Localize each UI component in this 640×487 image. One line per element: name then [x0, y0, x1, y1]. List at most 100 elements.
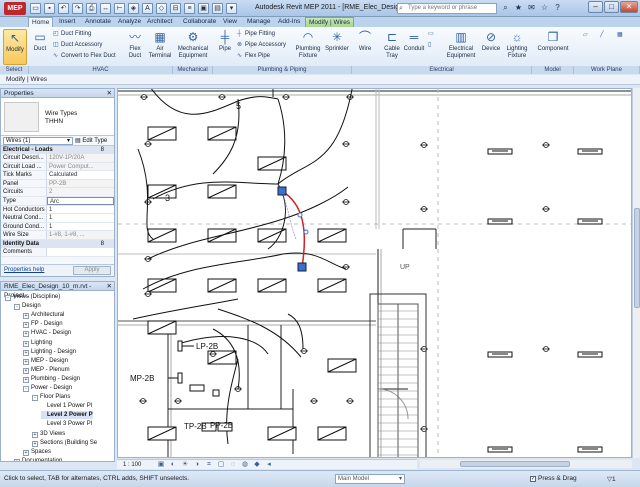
browser-tree-item[interactable]: + Spaces [23, 448, 51, 456]
close-button[interactable]: ✕ [620, 1, 638, 13]
browser-tree-item[interactable]: Level 2 Power P [41, 411, 93, 420]
tab-annotate[interactable]: Annotate [82, 17, 114, 27]
close-icon[interactable]: ✕ [107, 89, 112, 98]
browser-tree-item[interactable]: + Lighting - Design [23, 348, 76, 356]
tab-manage[interactable]: Manage [244, 17, 274, 27]
property-row[interactable]: Hot Conductors 1 [1, 205, 114, 215]
floor-plan-drawing[interactable]: LP-2B MP-2B TP-2B PP-2B UP 3 5 [118, 89, 632, 458]
properties-help-link[interactable]: Properties help [4, 267, 44, 273]
detail-level-icon[interactable]: ▣ [157, 461, 165, 469]
search-input[interactable]: ⌕ Type a keyword or phrase [397, 3, 497, 14]
browser-tree-item[interactable]: + Documentation [14, 457, 62, 461]
thin-lines-icon[interactable]: ≡ [184, 3, 195, 14]
print-icon[interactable]: ⎙ [86, 3, 97, 14]
expand-icon[interactable]: + [14, 458, 20, 461]
browser-tree-item[interactable]: + HVAC - Design [23, 329, 71, 338]
sprinkler-button[interactable]: ✳ Sprinkler [324, 29, 350, 53]
vertical-scrollbar[interactable] [632, 88, 640, 458]
expand-icon[interactable]: + [23, 367, 29, 374]
convert-flex-duct-button[interactable]: ∿ Convert to Flex Duct [53, 52, 116, 60]
wire-vertex-grip[interactable] [303, 229, 309, 235]
tab-home[interactable]: Home [28, 17, 54, 27]
property-row[interactable]: Comments [1, 247, 114, 257]
tab-analyze[interactable]: Analyze [115, 17, 144, 27]
qat-dropdown-icon[interactable]: ▾ [226, 3, 237, 14]
flex-duct-button[interactable]: 〰 Flex Duct [124, 29, 146, 60]
expand-icon[interactable]: + [32, 440, 38, 447]
category-identity-data[interactable]: Identity Data 8 [1, 239, 114, 248]
collapse-icon[interactable]: - [5, 295, 11, 301]
instance-filter-dropdown[interactable]: Wires (1) ▾ [3, 137, 73, 145]
category-electrical-loads[interactable]: Electrical - Loads 8 [1, 146, 114, 154]
edit-type-button[interactable]: ▤ Edit Type [75, 136, 107, 146]
show-work-plane-button[interactable]: ▦ [617, 31, 625, 39]
help-icon[interactable]: ? [552, 3, 563, 14]
set-work-plane-button[interactable]: ▱ [583, 31, 591, 39]
browser-tree-item[interactable]: + Lighting [23, 339, 52, 347]
wire-button[interactable]: ⌒ Wire [355, 29, 375, 53]
browser-tree-item[interactable]: - Design [14, 302, 41, 311]
browser-tree-item[interactable]: + Plumbing - Design [23, 375, 80, 383]
expand-icon[interactable]: + [23, 313, 29, 320]
flex-pipe-button[interactable]: ∿ Flex Pipe [237, 52, 270, 60]
subscription-icon[interactable]: ★ [513, 3, 524, 14]
selection-filter[interactable]: ▽1 [607, 475, 616, 483]
component-button[interactable]: ❒ Component [535, 29, 571, 53]
pipe-fitting-button[interactable]: ┼ Pipe Fitting [237, 30, 275, 38]
crop-view-icon[interactable]: ⌗ [205, 461, 213, 469]
mechanical-equipment-button[interactable]: ⚙ Mechanical Equipment [175, 29, 211, 60]
expand-icon[interactable]: + [23, 349, 29, 356]
collapse-icon[interactable]: - [23, 386, 29, 392]
show-crop-icon[interactable]: ▢ [217, 461, 225, 469]
expand-icon[interactable]: + [23, 376, 29, 383]
browser-tree-item[interactable]: - Power - Design [23, 384, 72, 392]
press-drag-toggle[interactable]: ✓ Press & Drag [530, 475, 577, 482]
tab-add-ins[interactable]: Add-Ins [275, 17, 303, 27]
conduit-button[interactable]: ═ Conduit [402, 29, 426, 53]
tab-insert[interactable]: Insert [56, 17, 78, 27]
tab-architect[interactable]: Architect [144, 17, 175, 27]
horizontal-scrollbar[interactable] [420, 460, 632, 468]
shadows-icon[interactable]: ◑ [193, 461, 201, 469]
expand-icon[interactable]: + [23, 331, 29, 338]
browser-tree-item[interactable]: + FP - Design [23, 320, 63, 329]
tab-view[interactable]: View [220, 17, 240, 27]
browser-tree-item[interactable]: Level 3 Power Pl [41, 420, 92, 428]
browser-tree-item[interactable]: +3D Views [32, 430, 65, 438]
close-icon[interactable]: ✕ [107, 282, 112, 291]
wire-endpoint-grip[interactable] [277, 186, 287, 196]
search-go-icon[interactable]: ⌕ [500, 3, 511, 14]
active-workset-dropdown[interactable]: Main Model ▾ [335, 474, 405, 484]
pipe-button[interactable]: ╪ Pipe [216, 29, 234, 53]
expand-icon[interactable]: + [23, 322, 29, 329]
lighting-fixture-button[interactable]: ☼ Lighting Fixture [504, 29, 530, 60]
property-row[interactable]: Neutral Cond... 1 [1, 214, 114, 223]
duct-accessory-button[interactable]: ◫ Duct Accessory [53, 41, 102, 49]
maximize-button[interactable]: □ [604, 1, 619, 13]
3d-view-icon[interactable]: ◇ [156, 3, 167, 14]
wire-endpoint-grip[interactable] [297, 262, 307, 272]
temp-hide-icon[interactable]: ◌ [229, 461, 237, 469]
pipe-accessory-button[interactable]: ⊗ Pipe Accessory [237, 41, 286, 49]
browser-tree-item[interactable]: - Floor Plans [32, 393, 70, 402]
close-hidden-icon[interactable]: ▣ [198, 3, 209, 14]
wire-midpoint-grip[interactable] [297, 212, 303, 218]
checkbox-checked-icon[interactable]: ✓ [530, 476, 536, 482]
drawing-canvas[interactable]: LP-2B MP-2B TP-2B PP-2B UP 3 5 [117, 88, 632, 458]
browser-tree-item[interactable]: + Architectural [23, 311, 64, 320]
scroll-thumb[interactable] [460, 461, 570, 467]
browser-tree-item[interactable]: + MEP - Plenum [23, 366, 70, 374]
tab-modify-wires[interactable]: Modify | Wires [305, 17, 355, 27]
type-selector[interactable]: Wire Types THHN [1, 98, 114, 136]
apply-button[interactable]: Apply [73, 266, 111, 275]
expand-icon[interactable]: + [23, 340, 29, 347]
expand-icon[interactable]: + [23, 358, 29, 365]
tab-collaborate[interactable]: Collaborate [180, 17, 219, 27]
visual-style-icon[interactable]: ◐ [169, 461, 177, 469]
dimension-icon[interactable]: ⊢ [114, 3, 125, 14]
conduit-fitting-button[interactable]: ▭ [428, 30, 436, 38]
text-icon[interactable]: A [142, 3, 153, 14]
sun-path-icon[interactable]: ☀ [181, 461, 189, 469]
expand-icon[interactable]: + [23, 449, 29, 456]
expand-icon[interactable]: + [32, 431, 38, 438]
